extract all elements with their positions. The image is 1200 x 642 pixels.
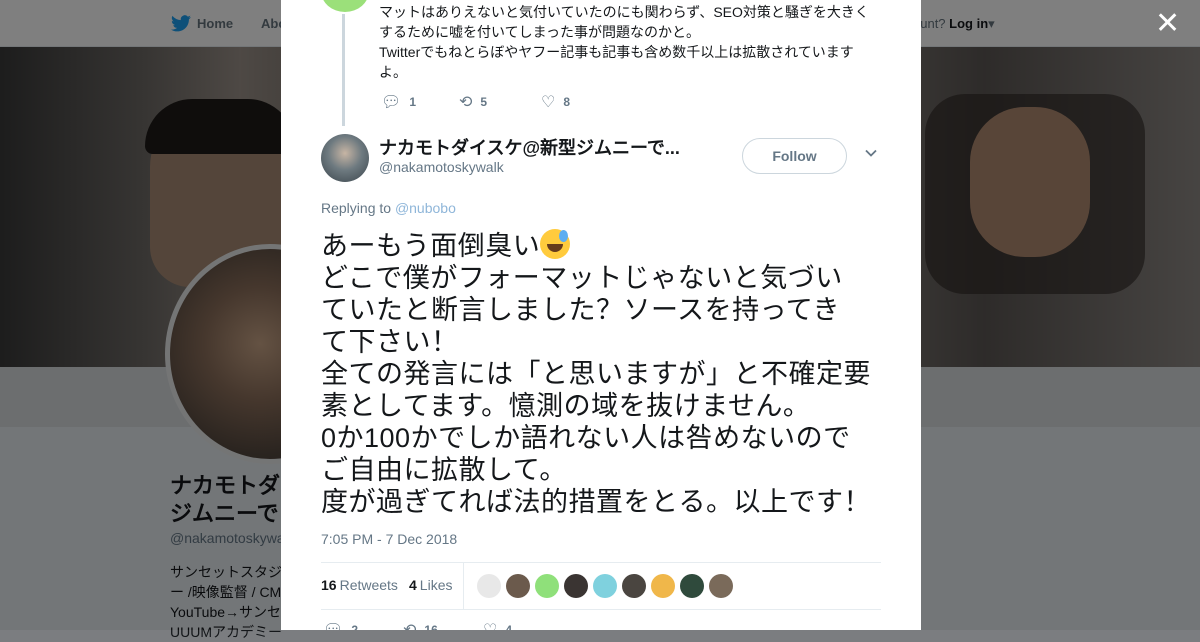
like-button[interactable]: ♡ 8 <box>541 92 570 112</box>
author-handle[interactable]: @nakamotoskywalk <box>379 159 504 175</box>
tweet-modal: マットはありえないと気付いていたのにも関わらず、SEO対策と騒ぎを大きく するた… <box>281 0 921 630</box>
replying-to-handle[interactable]: @nubobo <box>395 200 456 216</box>
liker-avatar[interactable] <box>651 574 675 598</box>
heart-icon: ♡ <box>541 94 556 111</box>
thread-connector-line <box>342 14 345 126</box>
likes-stat[interactable]: 4 Likes <box>409 577 452 593</box>
tweet-stats: 16 Retweets 4 Likes <box>321 562 881 610</box>
liker-avatar[interactable] <box>680 574 704 598</box>
reply-button[interactable]: 💬︎2 <box>323 620 358 630</box>
heart-icon: ♡ <box>483 620 497 630</box>
reply-button[interactable]: 💬︎ 1 <box>381 92 416 112</box>
stats-divider <box>463 563 464 609</box>
previous-tweet-text: マットはありえないと気付いていたのにも関わらず、SEO対策と騒ぎを大きく するた… <box>379 4 869 80</box>
close-icon[interactable]: ✕ <box>1155 9 1180 39</box>
tweet-timestamp[interactable]: 7:05 PM - 7 Dec 2018 <box>321 531 457 547</box>
retweet-button[interactable]: ⟲16 <box>403 620 438 630</box>
retweet-icon: ⟲ <box>459 94 473 111</box>
retweets-stat[interactable]: 16 Retweets <box>321 577 398 593</box>
like-button[interactable]: ♡4 <box>483 620 512 630</box>
reply-icon: 💬︎ <box>381 94 402 111</box>
replying-to: Replying to @nubobo <box>321 200 456 216</box>
tweet-text: あーもう面倒臭い どこで僕がフォーマットじゃないと気づい ていたと断言しました？… <box>321 229 871 517</box>
reply-icon: 💬︎ <box>323 620 343 630</box>
previous-tweet-avatar[interactable] <box>321 0 369 12</box>
author-avatar[interactable] <box>321 134 369 182</box>
liker-avatar[interactable] <box>709 574 733 598</box>
retweet-button[interactable]: ⟲ 5 <box>459 92 487 112</box>
liker-avatar[interactable] <box>477 574 501 598</box>
liker-avatar[interactable] <box>506 574 530 598</box>
liker-avatar[interactable] <box>535 574 559 598</box>
retweet-icon: ⟲ <box>403 620 416 630</box>
liker-avatar[interactable] <box>622 574 646 598</box>
chevron-down-icon[interactable] <box>864 146 880 162</box>
follow-button[interactable]: Follow <box>742 138 847 174</box>
author-name[interactable]: ナカモトダイスケ@新型ジムニーで... <box>379 134 680 160</box>
liker-avatar[interactable] <box>564 574 588 598</box>
sweat-smile-emoji-icon <box>540 229 571 259</box>
liker-avatars <box>477 574 733 598</box>
liker-avatar[interactable] <box>593 574 617 598</box>
